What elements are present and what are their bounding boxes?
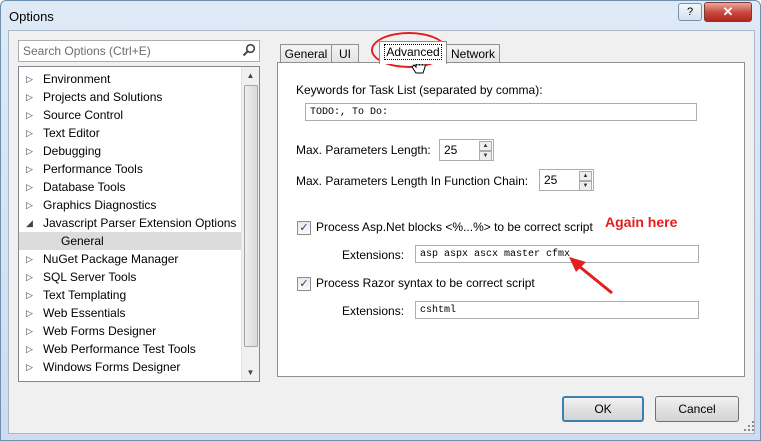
- tree-item-label: SQL Server Tools: [43, 270, 137, 284]
- keywords-input[interactable]: TODO:, To Do:: [305, 103, 697, 121]
- tree-item[interactable]: General: [19, 232, 241, 250]
- aspnet-extensions-label: Extensions:: [342, 248, 405, 262]
- collapsed-arrow-icon[interactable]: ▷: [26, 322, 36, 340]
- stepper-down-icon[interactable]: ▼: [579, 181, 592, 191]
- tree-item-label: Performance Tools: [43, 162, 143, 176]
- collapsed-arrow-icon[interactable]: ▷: [26, 142, 36, 160]
- tab-ui-label: UI: [339, 47, 351, 61]
- tree-item-label: Web Performance Test Tools: [43, 342, 196, 356]
- tree-item[interactable]: ▷ Database Tools: [19, 178, 241, 196]
- annotation-arrow-icon: [569, 257, 613, 295]
- collapsed-arrow-icon[interactable]: ▷: [26, 88, 36, 106]
- tree-item[interactable]: ◢ Javascript Parser Extension Options: [19, 214, 241, 232]
- tab-general[interactable]: General: [280, 44, 332, 63]
- stepper-down-icon[interactable]: ▼: [479, 151, 492, 161]
- tree-item-label: Web Essentials: [43, 306, 126, 320]
- scroll-down-icon[interactable]: ▼: [242, 364, 259, 381]
- tree-item[interactable]: ▷ Environment: [19, 70, 241, 88]
- scroll-up-icon[interactable]: ▲: [242, 67, 259, 84]
- tree-item[interactable]: ▷ SQL Server Tools: [19, 268, 241, 286]
- tree-item[interactable]: ▷ Performance Tools: [19, 160, 241, 178]
- collapsed-arrow-icon[interactable]: ▷: [26, 358, 36, 376]
- dialog-client-area: Search Options (Ctrl+E) ▷ Environment ▷ Pro…: [8, 30, 755, 434]
- collapsed-arrow-icon[interactable]: ▷: [26, 268, 36, 286]
- tree-item[interactable]: ▷ Text Templating: [19, 286, 241, 304]
- tree-item-label: Text Editor: [43, 126, 100, 140]
- collapsed-arrow-icon[interactable]: ▷: [26, 70, 36, 88]
- tree-item-label: Database Tools: [43, 180, 126, 194]
- stepper-up-icon[interactable]: ▲: [479, 141, 492, 151]
- tree-item[interactable]: ▷ Debugging: [19, 142, 241, 160]
- options-tree[interactable]: ▷ Environment ▷ Projects and Solutions ▷ Sour…: [18, 66, 260, 382]
- collapsed-arrow-icon[interactable]: ▷: [26, 160, 36, 178]
- window-title: Options: [9, 9, 54, 24]
- title-bar[interactable]: Options ? ✕: [1, 1, 760, 31]
- options-dialog: Options ? ✕ Search Options (Ctrl+E) ▷ Env…: [0, 0, 761, 441]
- collapsed-arrow-icon[interactable]: ▷: [26, 178, 36, 196]
- tab-network-label: Network: [450, 47, 495, 61]
- max-params-stepper[interactable]: 25 ▲ ▼: [439, 139, 494, 161]
- max-params-chain-value: 25: [544, 173, 558, 187]
- annotation-text: Again here: [605, 214, 678, 230]
- tree-item-label: General: [61, 234, 104, 248]
- max-params-label: Max. Parameters Length:: [296, 143, 431, 157]
- max-params-value: 25: [444, 143, 458, 157]
- tab-advanced-label: Advanced: [384, 44, 442, 60]
- tree-item-label: Text Templating: [43, 288, 127, 302]
- keywords-label: Keywords for Task List (separated by com…: [296, 83, 543, 97]
- search-icon[interactable]: [242, 43, 256, 57]
- expanded-arrow-icon[interactable]: ◢: [26, 214, 36, 232]
- cancel-button[interactable]: Cancel: [655, 396, 739, 422]
- razor-extensions-input[interactable]: cshtml: [415, 301, 699, 319]
- scroll-thumb[interactable]: [244, 85, 258, 347]
- tree-item[interactable]: ▷ Graphics Diagnostics: [19, 196, 241, 214]
- tree-item-label: Source Control: [43, 108, 124, 122]
- help-button[interactable]: ?: [678, 3, 702, 21]
- tree-item-label: Web Forms Designer: [43, 324, 157, 338]
- tree-item[interactable]: ▷ Windows Forms Designer: [19, 358, 241, 376]
- tree-item[interactable]: ▷ Web Essentials: [19, 304, 241, 322]
- collapsed-arrow-icon[interactable]: ▷: [26, 250, 36, 268]
- collapsed-arrow-icon[interactable]: ▷: [26, 286, 36, 304]
- tree-item[interactable]: ▷ Text Editor: [19, 124, 241, 142]
- tree-item[interactable]: ▷ NuGet Package Manager: [19, 250, 241, 268]
- tree-item-label: Projects and Solutions: [43, 90, 163, 104]
- search-placeholder: Search Options (Ctrl+E): [23, 44, 151, 58]
- razor-extensions-label: Extensions:: [342, 304, 405, 318]
- max-params-chain-label: Max. Parameters Length In Function Chain…: [296, 174, 529, 188]
- collapsed-arrow-icon[interactable]: ▷: [26, 196, 36, 214]
- tree-item-label: NuGet Package Manager: [43, 252, 179, 266]
- tree-scrollbar[interactable]: ▲ ▼: [241, 67, 259, 381]
- stepper-up-icon[interactable]: ▲: [579, 171, 592, 181]
- razor-checkbox-label: Process Razor syntax to be correct scrip…: [316, 276, 535, 290]
- tree-item-label: Javascript Parser Extension Options: [43, 216, 237, 230]
- tab-general-label: General: [284, 47, 328, 61]
- collapsed-arrow-icon[interactable]: ▷: [26, 106, 36, 124]
- collapsed-arrow-icon[interactable]: ▷: [26, 304, 36, 322]
- close-button[interactable]: ✕: [704, 2, 752, 22]
- collapsed-arrow-icon[interactable]: ▷: [26, 124, 36, 142]
- tree-item-label: Debugging: [43, 144, 102, 158]
- ok-button[interactable]: OK: [562, 396, 644, 422]
- search-input[interactable]: Search Options (Ctrl+E): [18, 40, 260, 62]
- tree-item-label: Graphics Diagnostics: [43, 198, 157, 212]
- tree-item-label: Windows Forms Designer: [43, 360, 181, 374]
- razor-checkbox[interactable]: ✓: [297, 277, 311, 291]
- max-params-chain-stepper[interactable]: 25 ▲ ▼: [539, 169, 594, 191]
- collapsed-arrow-icon[interactable]: ▷: [26, 340, 36, 358]
- tab-advanced[interactable]: Advanced: [379, 41, 447, 64]
- aspnet-extensions-input[interactable]: asp aspx ascx master cfmx: [415, 245, 699, 263]
- tree-item-label: Environment: [43, 72, 111, 86]
- tree-item[interactable]: ▷ Source Control: [19, 106, 241, 124]
- tree-item[interactable]: ▷ Projects and Solutions: [19, 88, 241, 106]
- tree-item[interactable]: ▷ Web Performance Test Tools: [19, 340, 241, 358]
- tab-ui[interactable]: UI: [331, 44, 359, 63]
- aspnet-checkbox-label: Process Asp.Net blocks <%...%> to be cor…: [316, 220, 593, 234]
- aspnet-checkbox[interactable]: ✓: [297, 221, 311, 235]
- resize-grip-icon[interactable]: [744, 421, 754, 431]
- tab-network[interactable]: Network: [446, 44, 500, 63]
- tree-item[interactable]: ▷ Web Forms Designer: [19, 322, 241, 340]
